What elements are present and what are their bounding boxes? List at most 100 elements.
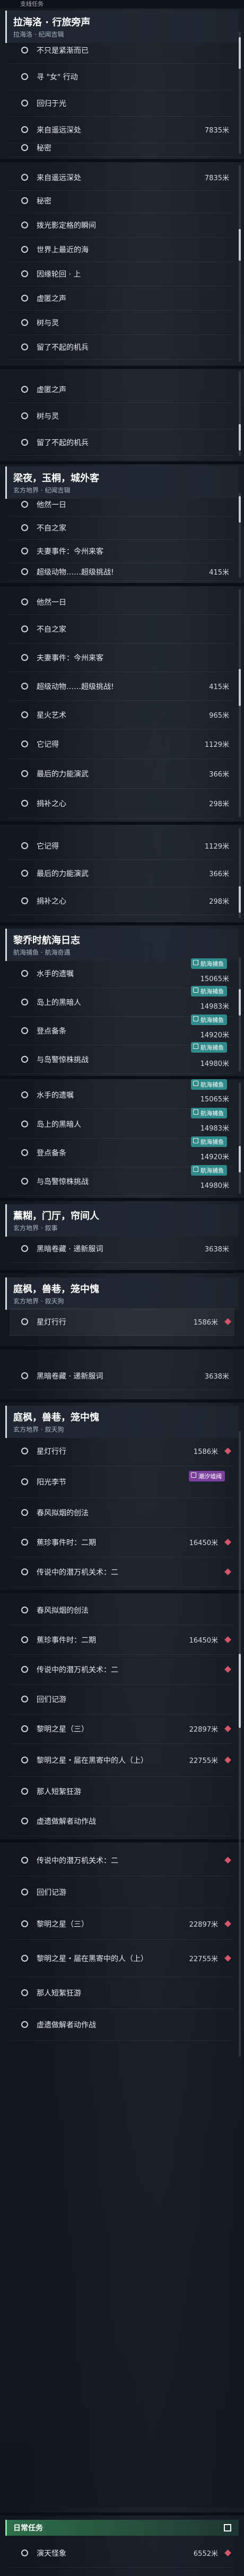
quest-row[interactable]: 捐补之心 298米 [10,887,234,915]
quest-row[interactable]: 虚匿之声 [10,286,234,311]
quest-row[interactable]: 演天怪象 6552米 [10,2539,234,2568]
scroll-thumb[interactable] [239,989,241,1016]
scrollbar[interactable] [239,957,241,1072]
quest-row[interactable]: 回归于光 [10,90,234,117]
quest-row[interactable]: 他然一日 [10,589,234,615]
quest-row[interactable]: 传说中的潜万机关术：二 [10,1655,234,1684]
scroll-thumb[interactable] [239,496,241,523]
quest-row[interactable]: 传说中的潜万机关术：二 [10,1557,234,1587]
quest-row[interactable]: 回们记游 [10,1684,234,1714]
quest-row[interactable]: 超级动物……超级挑战! 415米 [10,672,234,701]
scrollbar[interactable] [239,1431,241,2057]
quest-row[interactable]: 来自遥远深处 7835米 [10,164,234,191]
quest-row[interactable]: 捐补之心 298米 [10,789,234,818]
scrollbar[interactable] [239,165,241,361]
quest-row[interactable]: 最后的力能演武 366米 [10,860,234,887]
status-circle-icon [21,197,28,204]
quest-label: 星火艺术 [37,711,66,720]
quest-row[interactable]: 黑暗卷藏 · 递新服词 3638米 [10,1362,234,1390]
scrollbar[interactable] [239,589,241,817]
quest-row[interactable]: 回们记游 [10,1876,234,1908]
quest-label: 星灯行行 [37,1447,66,1456]
quest-label: 寻 "女" 行动 [37,73,78,82]
status-circle-icon [21,1149,28,1156]
quest-row[interactable]: 不自之家 [10,615,234,643]
quest-row[interactable]: 虚遗做解者动作战 [10,1806,234,1836]
checkbox-icon[interactable] [224,2524,231,2531]
tracked-marker-icon [224,1568,231,1575]
quest-row[interactable]: 星灯行行 1586米 [10,1308,234,1336]
quest-row[interactable]: 春风拟烟的创法 [10,1498,234,1528]
top-bar: 支线任务 [0,0,244,8]
quest-row[interactable]: 虚遗做解者动作战 [10,2009,234,2041]
quest-row[interactable]: 拨光影定格的瞬间 [10,213,234,237]
status-circle-icon [21,1478,28,1485]
quest-row[interactable]: 传说中的潜万机关术：二 [10,1845,234,1876]
scroll-thumb[interactable] [239,1654,241,1728]
quest-row[interactable]: 蕉珍事件时：二期 16450米 [10,1625,234,1655]
divider [0,583,244,586]
quest-group-header[interactable]: 黎乔时航海日志 航海捕鱼 · 航海奇遇 [5,929,239,961]
scrollbar[interactable] [239,32,241,154]
scrollbar[interactable] [239,828,241,918]
quest-row[interactable]: 秘密 [10,189,234,213]
divider [0,1346,244,1349]
quest-row[interactable]: 树与灵 [10,403,234,429]
status-circle-icon [21,1056,28,1063]
quest-row[interactable]: 超级动物……超级挑战! 415米 [10,563,234,581]
quest-distance: 3638米 [204,1246,229,1254]
scroll-thumb[interactable] [239,669,241,706]
quest-row[interactable]: 因缘轮回 · 上 [10,262,234,286]
group-title: 薰糊，门厅，帘间人 [13,1211,99,1222]
quest-distance: 16450米 [189,1539,218,1547]
quest-row[interactable]: 秘密 [10,139,234,157]
scroll-thumb[interactable] [239,886,241,913]
quest-row[interactable]: 那人短絮狂游 [10,1977,234,2009]
quest-row[interactable]: 世界上最近的海 [10,237,234,262]
quest-row[interactable]: 黎明之星・届在黑寄中的人（上） 22755米 [10,1744,234,1777]
quest-row[interactable]: 黎明之星（三） 22897米 [10,1714,234,1744]
scrollbar[interactable] [239,1082,241,1194]
scroll-thumb[interactable] [239,229,241,261]
quest-row[interactable]: 星灯行行 1586米 [10,1436,234,1466]
quest-row[interactable]: 留了不起的机兵 [10,429,234,456]
quest-group-header[interactable]: 庭枫，兽巷，笼中愧 玄方地界 · 叙天狗 [5,1406,239,1438]
quest-row[interactable]: 星火艺术 965米 [10,701,234,729]
status-circle-icon [21,295,28,302]
quest-row[interactable]: 它记得 1129米 [10,729,234,759]
quest-row[interactable]: 不自之家 [10,516,234,540]
quest-row[interactable]: 树与灵 [10,311,234,335]
scrollbar[interactable] [239,371,241,456]
scroll-thumb[interactable] [239,37,241,69]
quest-row[interactable]: 留了不起的机兵 [10,335,234,359]
quest-row[interactable]: 黑暗卷藏 · 递新服词 3638米 [10,1235,234,1263]
divider [0,1839,244,1842]
quest-row[interactable]: 不只是紧渐而已 [10,37,234,64]
scroll-thumb[interactable] [239,424,241,451]
quest-row[interactable]: 夫妻事件：今州来客 [10,540,234,563]
quest-row[interactable]: 夫妻事件：今州来客 [10,643,234,672]
quest-row[interactable]: 蕉珍事件时：二期 16450米 [10,1528,234,1557]
status-circle-icon [21,439,28,446]
quest-row[interactable]: 黎明之星（三） 22897米 [10,1908,234,1940]
status-circle-icon [21,246,28,253]
scroll-thumb[interactable] [239,1146,241,1172]
quest-row[interactable]: 那人短絮狂游 [10,1777,234,1806]
quest-distance: 298米 [209,898,229,906]
tracked-marker-icon [224,1318,231,1325]
quest-row[interactable]: 它记得 1129米 [10,832,234,860]
quest-label: 登点备条 [37,1027,66,1036]
quest-row[interactable]: 黎明之星・届在黑寄中的人（上） 22755米 [10,1940,234,1977]
quest-group-header[interactable]: 庭枫，兽巷，笼中愧 玄方地界 · 叙天狗 [5,1277,239,1310]
quest-row[interactable]: 最后的力能演武 366米 [10,759,234,789]
status-circle-icon [21,386,28,393]
quest-group-header[interactable]: 薰糊，门厅，帘间人 玄方地界 · 叙事 [5,1204,239,1237]
quest-row[interactable]: 他然一日 [10,493,234,516]
daily-task-header[interactable]: 日常任务 [5,2520,239,2536]
status-circle-icon [21,343,28,350]
quest-row[interactable]: 寻 "女" 行动 [10,64,234,90]
scrollbar[interactable] [239,493,241,578]
quest-row[interactable]: 虚匿之声 [10,376,234,403]
status-circle-icon [21,1178,28,1185]
quest-row[interactable]: 春风拟烟的创法 [10,1595,234,1625]
